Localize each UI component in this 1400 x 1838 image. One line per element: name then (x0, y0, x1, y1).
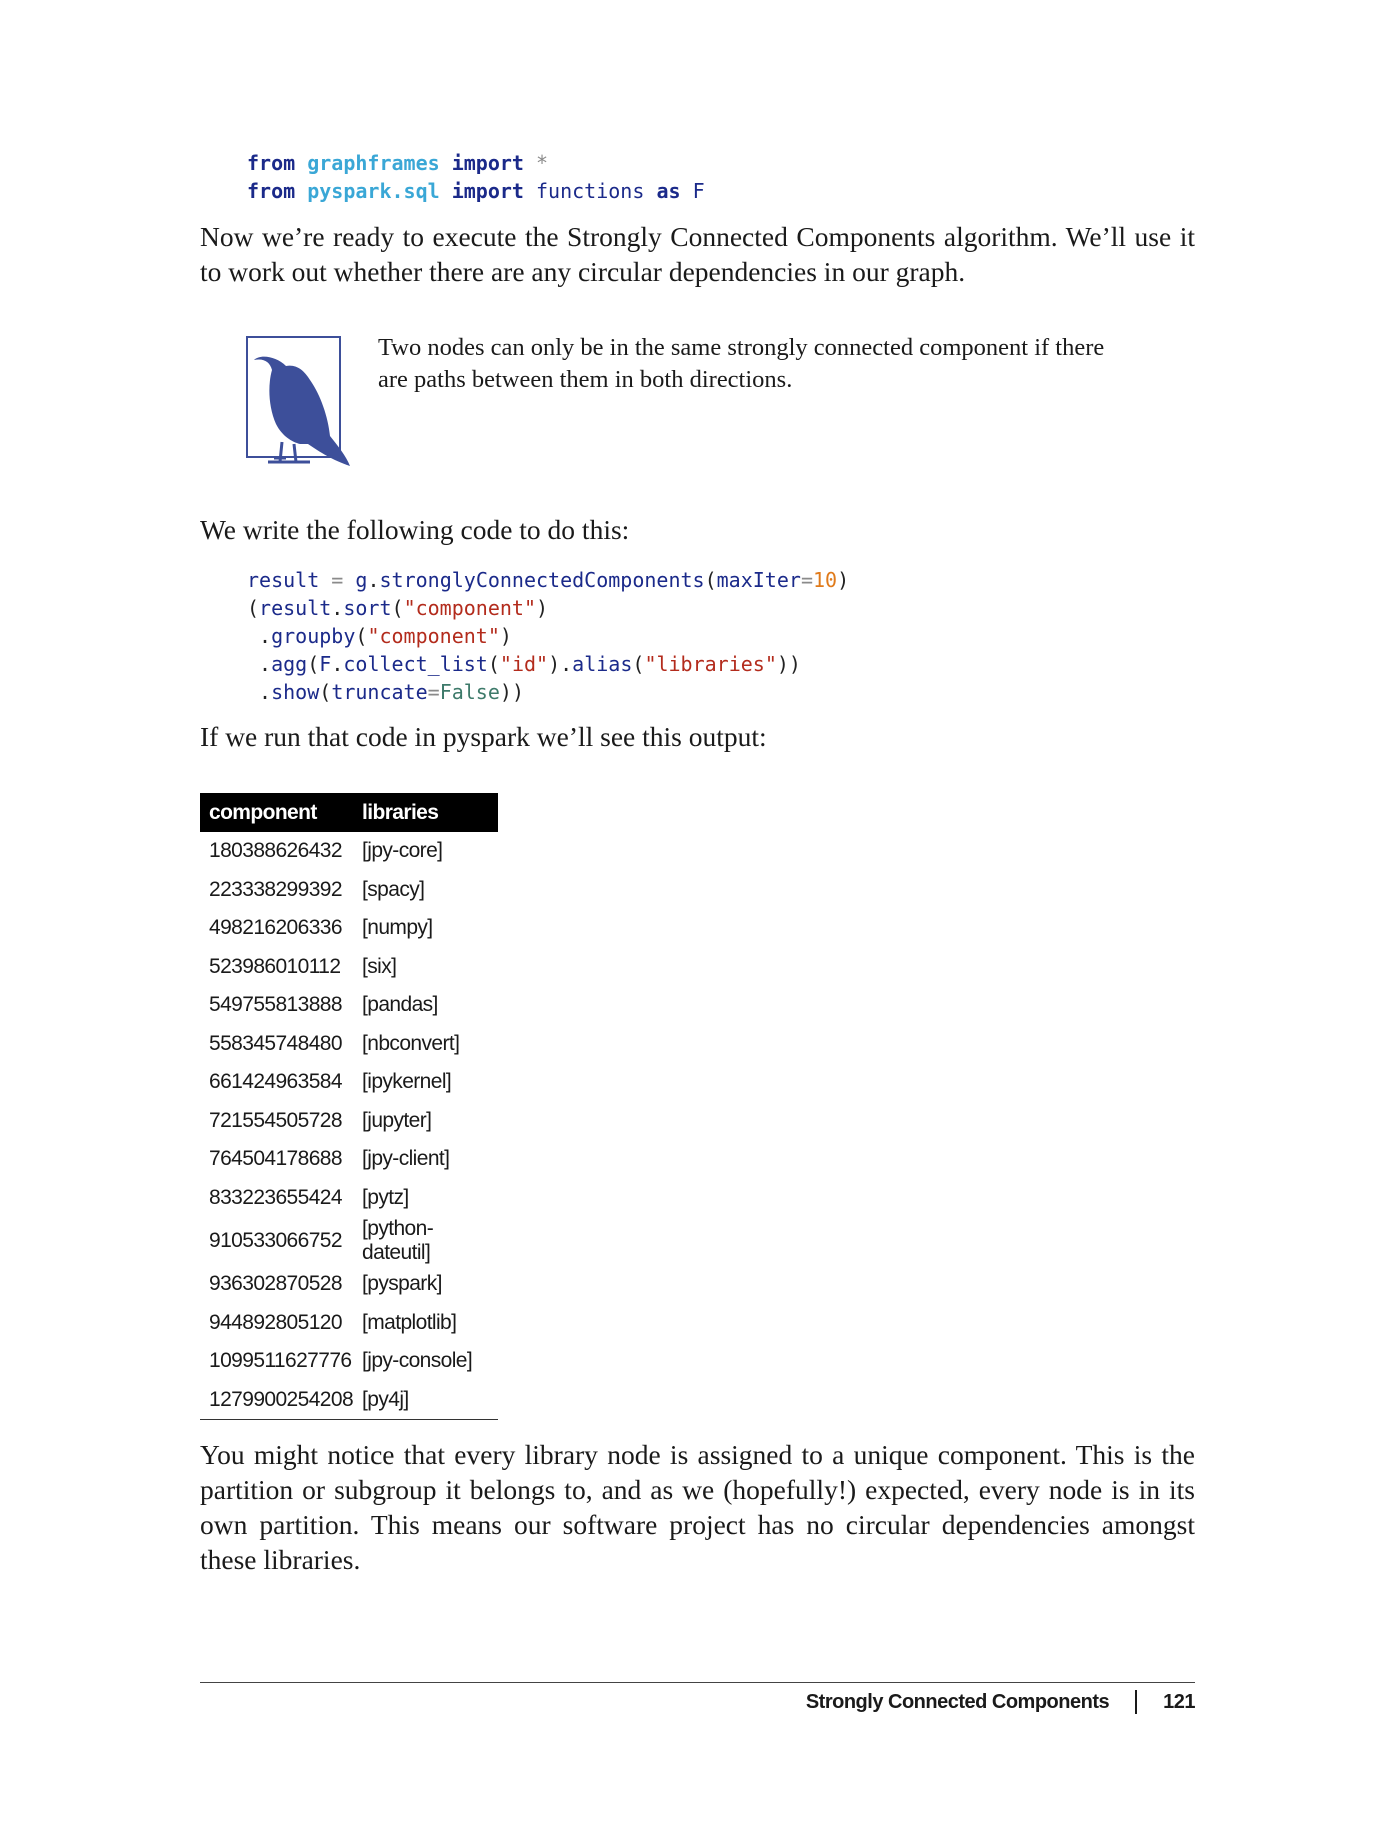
component-cell: 661424963584 (209, 1070, 343, 1094)
bird-icon (246, 336, 356, 470)
table-row: 833223655424 [pytz] (200, 1179, 498, 1218)
libraries-cell: [pandas] (362, 993, 438, 1017)
table-row: 764504178688 [jpy-client] (200, 1140, 498, 1179)
table-row: 523986010112 [six] (200, 948, 498, 987)
libraries-cell: [jpy-console] (362, 1349, 473, 1373)
component-cell: 549755813888 (209, 993, 343, 1017)
code-block-scc: result = g.stronglyConnectedComponents(m… (247, 568, 850, 704)
component-cell: 910533066752 (209, 1229, 343, 1252)
footer-rule (200, 1682, 1195, 1683)
table-row: 558345748480 [nbconvert] (200, 1025, 498, 1064)
intro-paragraph: Now we’re ready to execute the Strongly … (200, 221, 1195, 287)
libraries-cell: [jpy-core] (362, 839, 443, 863)
libraries-cell: [pytz] (362, 1185, 409, 1209)
table-row: 661424963584 [ipykernel] (200, 1063, 498, 1102)
output-table: component libraries 180388626432 [jpy-cor… (200, 793, 498, 1420)
component-cell: 498216206336 (209, 916, 343, 940)
code-intro-paragraph: We write the following code to do this: (200, 514, 630, 545)
component-cell: 180388626432 (209, 839, 343, 863)
column-header: libraries (353, 793, 498, 832)
component-cell: 1099511627776 (209, 1349, 352, 1373)
libraries-cell: [ipykernel] (362, 1070, 452, 1094)
libraries-cell: [jpy-client] (362, 1147, 450, 1171)
page-number: 121 (1163, 1690, 1195, 1713)
table-row: 910533066752 [python-dateutil] (200, 1217, 498, 1265)
component-cell: 944892805120 (209, 1310, 343, 1334)
libraries-cell: [pyspark] (362, 1272, 442, 1296)
table-row: 498216206336 [numpy] (200, 909, 498, 948)
component-cell: 1279900254208 (200, 1380, 354, 1420)
table-row: 1099511627776 [jpy-console] (200, 1342, 498, 1381)
component-cell: 223338299392 (209, 877, 343, 901)
libraries-cell: [six] (362, 954, 397, 978)
component-cell: 721554505728 (209, 1108, 343, 1132)
component-cell: 558345748480 (209, 1031, 343, 1055)
component-cell: 523986010112 (209, 954, 341, 978)
column-header: component (200, 793, 354, 832)
libraries-cell: [python-dateutil] (362, 1217, 434, 1264)
note-text: Two nodes can only be in the same strong… (378, 334, 1105, 393)
libraries-cell: [spacy] (362, 877, 425, 901)
footer-section-title: Strongly Connected Components (805, 1690, 1110, 1713)
libraries-cell: [jupyter] (362, 1108, 432, 1132)
libraries-cell: [nbconvert] (362, 1031, 460, 1055)
component-cell: 833223655424 (209, 1185, 343, 1209)
table-row: 549755813888 [pandas] (200, 986, 498, 1025)
table-row: 1279900254208 [py4j] (200, 1380, 498, 1420)
table-row: 944892805120 [matplotlib] (200, 1304, 498, 1343)
component-cell: 764504178688 (209, 1147, 343, 1171)
code-block-imports: from graphframes import * from pyspark.s… (247, 151, 705, 203)
table-header-row: component libraries (200, 793, 498, 832)
component-cell: 936302870528 (209, 1272, 343, 1296)
table-row: 223338299392 [spacy] (200, 871, 498, 910)
table-row: 180388626432 [jpy-core] (200, 832, 498, 871)
libraries-cell: [matplotlib] (362, 1310, 457, 1334)
table-row: 721554505728 [jupyter] (200, 1102, 498, 1141)
page-footer: Strongly Connected Components 121 (806, 1690, 1195, 1714)
footer-separator (1135, 1690, 1138, 1714)
table-row: 936302870528 [pyspark] (200, 1265, 498, 1304)
libraries-cell: [py4j] (353, 1380, 498, 1420)
libraries-cell: [numpy] (362, 916, 433, 940)
output-intro-paragraph: If we run that code in pyspark we’ll see… (200, 721, 767, 752)
conclusion-paragraph: You might notice that every library node… (200, 1439, 1195, 1575)
